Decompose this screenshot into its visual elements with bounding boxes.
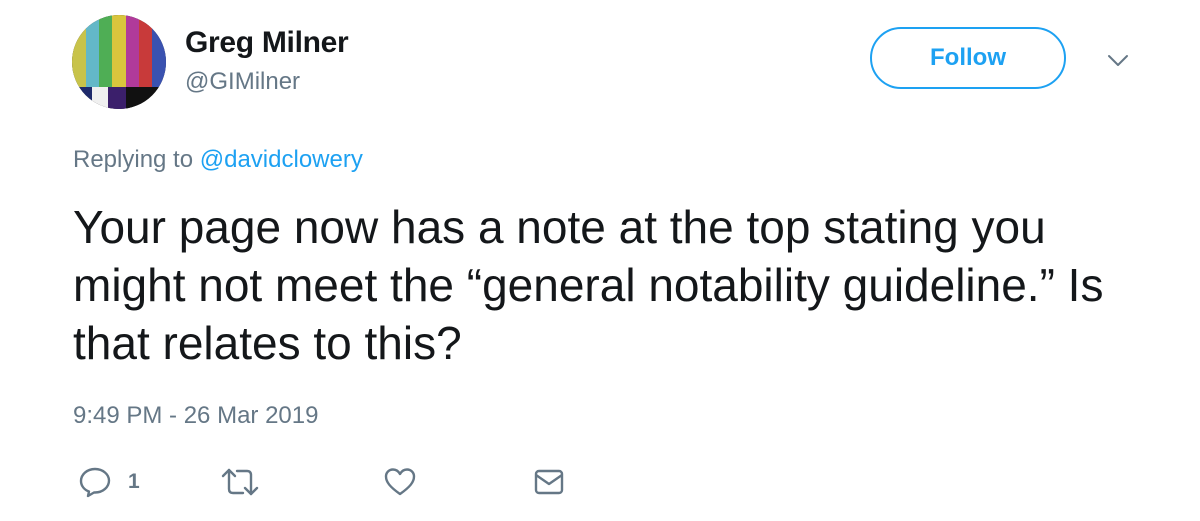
tweet-text: Your page now has a note at the top stat… bbox=[73, 201, 1104, 369]
tweet-card: Greg Milner @GIMilner Follow Replying to… bbox=[0, 0, 1200, 521]
avatar[interactable] bbox=[72, 15, 166, 109]
tweet-timestamp[interactable]: 9:49 PM - 26 Mar 2019 bbox=[73, 402, 318, 430]
retweet-button[interactable] bbox=[219, 462, 261, 502]
reply-count: 1 bbox=[128, 470, 140, 493]
more-options-button[interactable] bbox=[1105, 50, 1131, 70]
envelope-icon bbox=[534, 469, 564, 495]
like-button[interactable] bbox=[383, 462, 417, 502]
reply-button[interactable]: 1 bbox=[78, 462, 140, 502]
reply-context-label: Replying to bbox=[73, 146, 200, 173]
reply-to-handle-link[interactable]: @davidclowery bbox=[200, 146, 363, 173]
direct-message-button[interactable] bbox=[533, 462, 565, 502]
user-handle[interactable]: @GIMilner bbox=[185, 68, 300, 96]
follow-button[interactable]: Follow bbox=[870, 27, 1066, 89]
chevron-down-icon bbox=[1108, 55, 1128, 66]
display-name[interactable]: Greg Milner bbox=[185, 26, 349, 60]
reply-icon bbox=[79, 467, 111, 498]
avatar-color-bars-icon bbox=[72, 15, 166, 109]
heart-icon bbox=[384, 468, 416, 496]
reply-context: Replying to @davidclowery bbox=[73, 146, 363, 174]
retweet-icon bbox=[221, 468, 259, 496]
